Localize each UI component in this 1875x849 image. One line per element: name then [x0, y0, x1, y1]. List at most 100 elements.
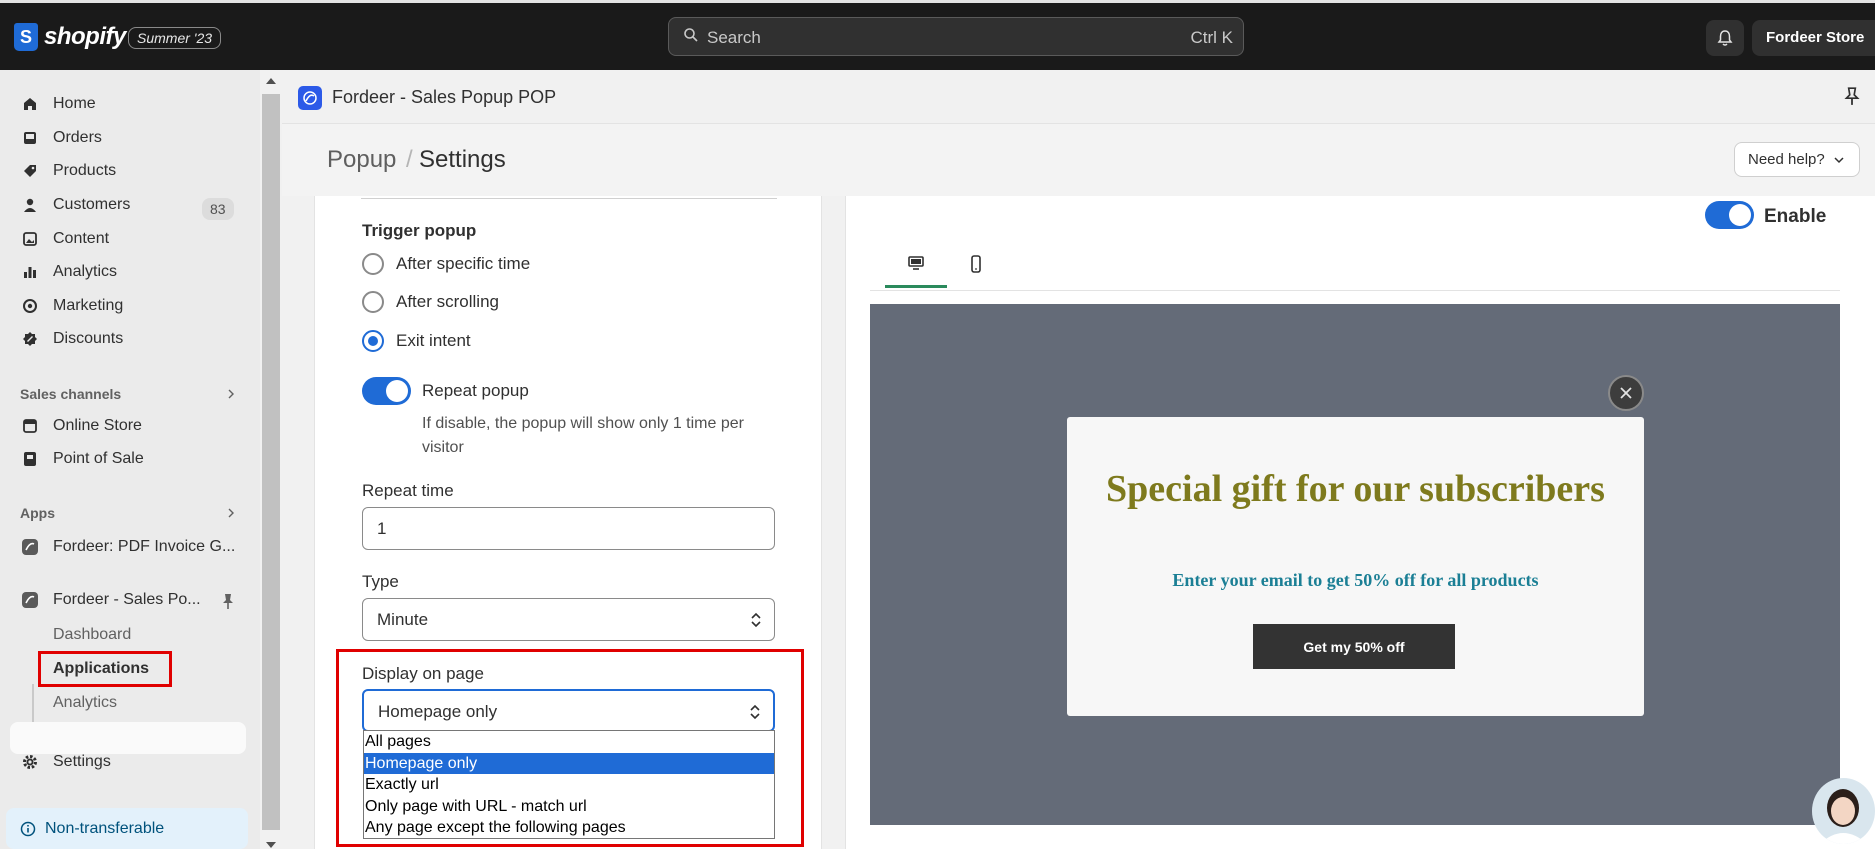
repeat-popup-toggle[interactable] — [362, 377, 411, 405]
non-transferable-label: Non-transferable — [45, 819, 165, 837]
search-icon — [684, 28, 698, 42]
fordeer-app-icon — [20, 538, 39, 557]
apps-heading[interactable]: Apps — [20, 505, 55, 521]
sidebar-item-online-store[interactable]: Online Store — [20, 412, 142, 440]
radio-button[interactable] — [362, 291, 384, 313]
type-select[interactable]: Minute — [362, 598, 775, 641]
sidebar-item-orders[interactable]: Orders — [20, 124, 102, 152]
pos-icon — [20, 450, 39, 469]
pin-icon[interactable] — [1842, 86, 1862, 106]
sidebar-item-label: Products — [53, 162, 117, 179]
enable-label: Enable — [1764, 206, 1827, 227]
sales-channels-heading[interactable]: Sales channels — [20, 386, 121, 402]
tab-desktop-preview[interactable] — [885, 240, 947, 288]
sidebar-app-pdf-invoice[interactable]: Fordeer: PDF Invoice G... — [20, 533, 235, 561]
type-label: Type — [362, 572, 399, 591]
image-icon — [20, 230, 39, 249]
enable-toggle[interactable] — [1705, 201, 1754, 229]
tab-mobile-preview[interactable] — [945, 240, 1007, 288]
app-header: Fordeer - Sales Popup POP — [282, 70, 1875, 124]
breadcrumb-popup[interactable]: Popup — [327, 146, 396, 174]
sidebar-item-label: Online Store — [53, 417, 142, 434]
popup-preview-area: Special gift for our subscribers Enter y… — [870, 304, 1840, 825]
search-placeholder: Search — [707, 28, 761, 47]
select-arrows-icon — [751, 612, 761, 628]
person-icon — [20, 196, 39, 215]
sidebar-item-label: Customers — [53, 196, 131, 213]
pin-icon[interactable] — [220, 592, 236, 610]
sidebar-item-analytics[interactable]: Analytics — [20, 258, 117, 286]
page-title: Settings — [419, 146, 506, 173]
shopify-logo[interactable]: S shopify — [14, 23, 126, 51]
sidebar-item-products[interactable]: Products — [20, 157, 116, 185]
sidebar-item-home[interactable]: Home — [20, 90, 96, 118]
bell-icon — [1717, 30, 1733, 46]
scroll-thumb[interactable] — [262, 94, 280, 830]
gear-icon — [20, 753, 39, 772]
chevron-right-icon[interactable] — [226, 508, 236, 518]
previous-field-edge — [361, 196, 777, 199]
desktop-icon — [908, 255, 924, 270]
display-on-page-highlight-box — [336, 649, 804, 847]
sidebar-item-discounts[interactable]: Discounts — [20, 325, 123, 353]
popup-subtitle: Enter your email to get 50% off for all … — [1172, 570, 1539, 590]
sidebar-item-settings[interactable]: Settings — [20, 748, 111, 776]
repeat-popup-help: If disable, the popup will show only 1 t… — [422, 415, 744, 456]
scroll-down-arrow-icon[interactable] — [266, 842, 276, 848]
popup-close-button[interactable] — [1608, 375, 1644, 411]
sidebar-item-label: Settings — [53, 753, 111, 770]
sidebar-item-label: Point of Sale — [53, 450, 144, 467]
radio-label: After scrolling — [396, 292, 499, 311]
close-icon — [1620, 387, 1632, 399]
store-menu-button[interactable]: Fordeer Store — [1752, 20, 1875, 56]
support-chat-avatar[interactable] — [1812, 778, 1875, 844]
page-header: Popup / Settings Need help? — [282, 124, 1875, 196]
target-icon — [20, 297, 39, 316]
repeat-time-input[interactable]: 1 — [362, 507, 775, 550]
radio-button-selected[interactable] — [362, 330, 384, 352]
bar-chart-icon — [20, 263, 39, 282]
edition-badge[interactable]: Summer '23 — [128, 27, 222, 49]
chevron-right-icon[interactable] — [226, 389, 236, 399]
repeat-popup-label: Repeat popup — [422, 381, 529, 400]
popup-preview-card: Enable Special gift for our subscribers … — [845, 196, 1875, 849]
shopify-bag-icon: S — [14, 23, 38, 51]
logo-text: shopify — [44, 23, 126, 50]
notifications-button[interactable] — [1706, 20, 1744, 56]
orders-count-badge: 83 — [202, 198, 234, 220]
trigger-option-exit-intent[interactable]: Exit intent — [362, 330, 471, 352]
need-help-label: Need help? — [1748, 151, 1825, 168]
popup-cta-button[interactable]: Get my 50% off — [1253, 624, 1455, 669]
subnav-analytics[interactable]: Analytics — [53, 694, 117, 712]
inbox-icon — [20, 129, 39, 148]
sidebar-scrollbar[interactable] — [260, 70, 282, 849]
trigger-option-specific-time[interactable]: After specific time — [362, 253, 530, 275]
sidebar-item-label: Home — [53, 95, 96, 112]
search-input[interactable]: Search Ctrl K — [668, 17, 1244, 56]
sidebar-item-content[interactable]: Content — [20, 225, 109, 253]
trigger-option-scrolling[interactable]: After scrolling — [362, 291, 499, 313]
sidebar-item-point-of-sale[interactable]: Point of Sale — [20, 445, 144, 473]
sidebar: Home Orders Products Customers Content A… — [0, 70, 260, 849]
non-transferable-banner[interactable]: Non-transferable — [6, 808, 248, 849]
subnav-dashboard[interactable]: Dashboard — [53, 626, 131, 644]
app-logo-icon — [298, 86, 322, 110]
applications-highlight-box — [38, 651, 172, 687]
need-help-button[interactable]: Need help? — [1734, 142, 1860, 177]
sidebar-item-customers[interactable]: Customers — [20, 191, 130, 219]
scroll-up-arrow-icon[interactable] — [266, 78, 276, 84]
discount-icon — [20, 330, 39, 349]
app-title: Fordeer - Sales Popup POP — [332, 87, 557, 107]
home-icon — [20, 95, 39, 114]
sidebar-item-label: Discounts — [53, 330, 124, 347]
repeat-time-label: Repeat time — [362, 481, 454, 500]
sidebar-app-sales-popup[interactable]: Fordeer - Sales Po... — [20, 586, 201, 614]
mobile-icon — [971, 255, 981, 273]
radio-label: Exit intent — [396, 331, 471, 350]
type-select-value: Minute — [377, 610, 429, 629]
sidebar-item-label: Marketing — [53, 297, 124, 314]
radio-button[interactable] — [362, 253, 384, 275]
sidebar-item-label: Orders — [53, 129, 102, 146]
sidebar-item-marketing[interactable]: Marketing — [20, 292, 123, 320]
breadcrumb-separator: / — [406, 146, 413, 173]
